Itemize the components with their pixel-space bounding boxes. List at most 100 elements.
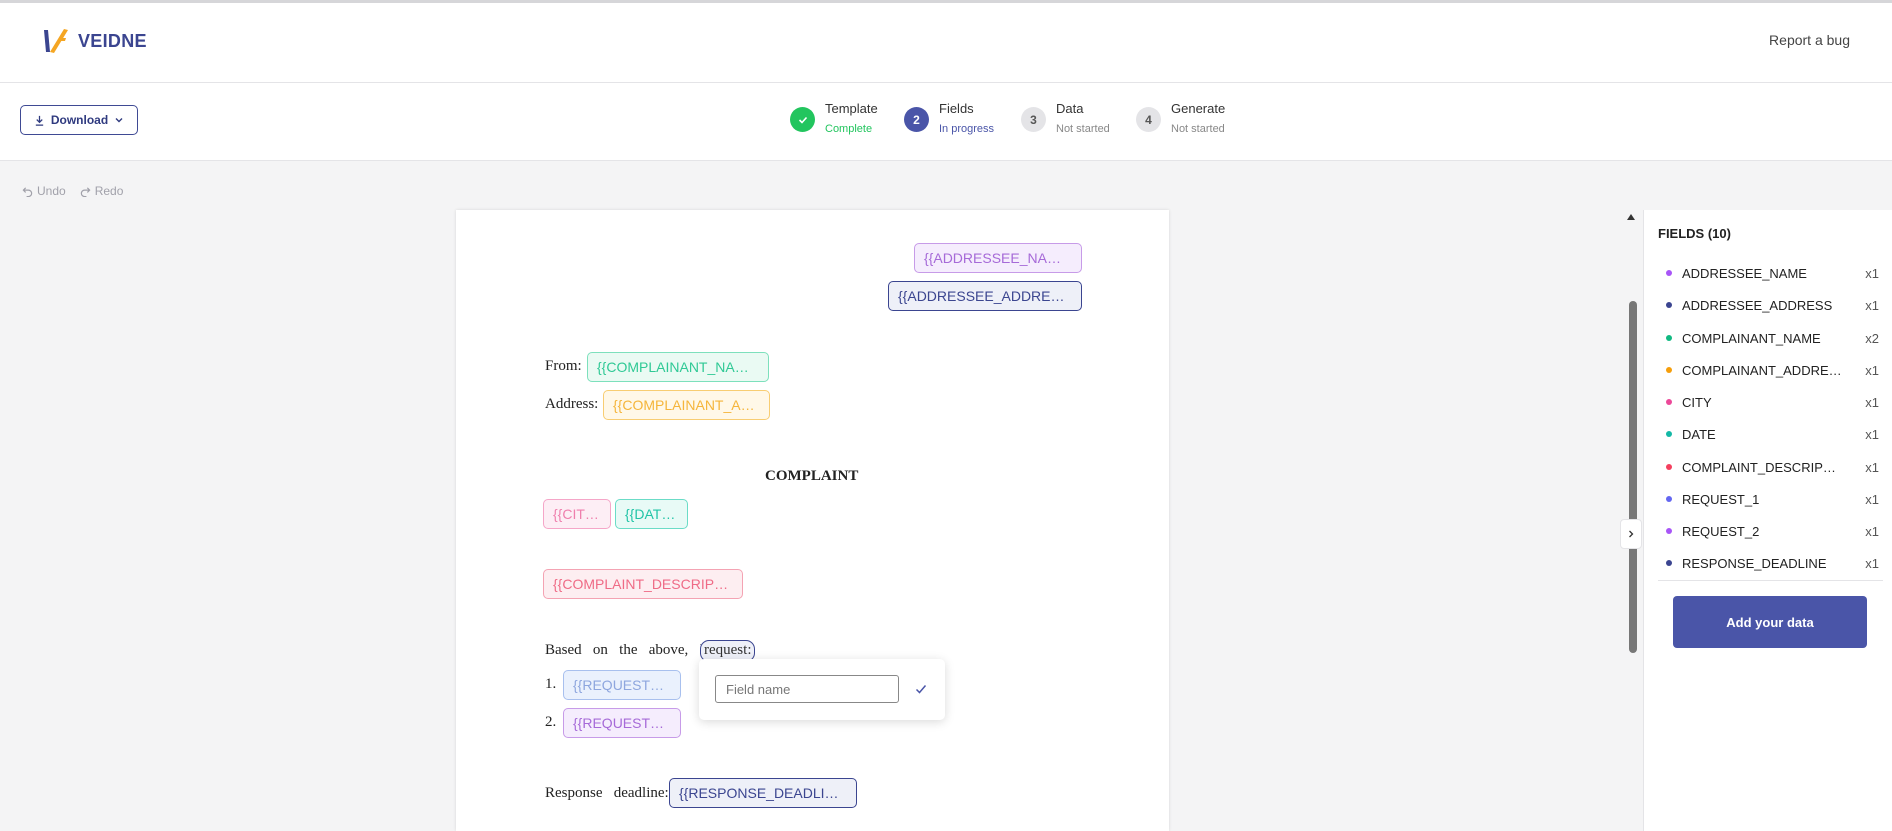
field-list-item[interactable]: COMPLAINANT_NAME x2 (1658, 322, 1881, 354)
download-button[interactable]: Download (20, 105, 138, 135)
field-color-dot (1666, 302, 1672, 308)
field-chip-complainant-name[interactable]: {{COMPLAINANT_NAME}} (587, 352, 769, 382)
field-count: x1 (1865, 362, 1879, 378)
step-status: Complete (825, 123, 873, 135)
edit-toolbar: Undo Redo (0, 184, 123, 198)
field-name: REQUEST_1 (1682, 491, 1760, 507)
document-heading: COMPLAINT (765, 468, 859, 484)
fields-panel: FIELDS (10) ADDRESSEE_NAME x1 ADDRESSEE_… (1643, 210, 1892, 831)
field-count: x1 (1865, 426, 1879, 442)
field-list-item[interactable]: RESPONSE_DEADLINE x1 (1658, 547, 1881, 579)
redo-button[interactable]: Redo (80, 184, 124, 198)
field-name: ADDRESSEE_ADDRESS (1682, 297, 1833, 313)
step-title: Data (1056, 101, 1084, 116)
chevron-down-icon (115, 118, 123, 123)
field-list-item[interactable]: DATE x1 (1658, 418, 1881, 450)
field-list-item[interactable]: REQUEST_2 x1 (1658, 515, 1881, 547)
field-name: COMPLAINANT_ADDRESS (1682, 362, 1842, 378)
field-count: x1 (1865, 523, 1879, 539)
check-icon (790, 107, 815, 132)
field-color-dot (1666, 560, 1672, 566)
field-chip-complaint-description[interactable]: {{COMPLAINT_DESCRIPTION}} (543, 569, 743, 599)
undo-button[interactable]: Undo (22, 184, 66, 198)
field-color-dot (1666, 367, 1672, 373)
field-name: ADDRESSEE_NAME (1682, 265, 1807, 281)
download-label: Download (50, 113, 109, 127)
field-color-dot (1666, 496, 1672, 502)
field-list-item[interactable]: CITY x1 (1658, 386, 1881, 418)
field-count: x1 (1865, 297, 1879, 313)
fields-panel-title: FIELDS (10) (1658, 226, 1731, 241)
chevron-right-icon (1629, 530, 1634, 538)
logo-mark-icon (44, 29, 68, 53)
field-list-item[interactable]: COMPLAINANT_ADDRESS x1 (1658, 354, 1881, 386)
field-color-dot (1666, 431, 1672, 437)
step-status: Not started (1056, 123, 1110, 135)
field-chip-request-1[interactable]: {{REQUEST_1}} (563, 670, 681, 700)
field-count: x1 (1865, 459, 1879, 475)
field-name: COMPLAINT_DESCRIPTION (1682, 459, 1842, 475)
field-chip-response-deadline[interactable]: {{RESPONSE_DEADLINE}} (669, 778, 857, 808)
field-list-item[interactable]: ADDRESSEE_NAME x1 (1658, 257, 1881, 289)
field-count: x1 (1865, 394, 1879, 410)
undo-icon (22, 186, 33, 197)
list-item-number: 2. (545, 714, 557, 730)
field-chip-request-2[interactable]: {{REQUEST_2}} (563, 708, 681, 738)
field-count: x1 (1865, 555, 1879, 571)
field-name: CITY (1682, 394, 1712, 410)
panel-toggle-button[interactable] (1620, 519, 1642, 549)
check-icon[interactable] (913, 681, 929, 697)
field-count: x1 (1865, 265, 1879, 281)
scroll-up-arrow-icon[interactable] (1627, 214, 1635, 220)
logo-text: VEIDNE (78, 30, 147, 51)
step-fields[interactable]: 2 Fields In progress (904, 101, 994, 136)
field-chip-addressee-name[interactable]: {{ADDRESSEE_NAME}} (914, 243, 1082, 273)
field-name: RESPONSE_DEADLINE (1682, 555, 1827, 571)
field-name-popup (699, 659, 945, 720)
step-number: 3 (1021, 107, 1046, 132)
download-icon (35, 115, 43, 126)
field-chip-date[interactable]: {{DATE}} (615, 499, 688, 529)
step-data[interactable]: 3 Data Not started (1021, 101, 1110, 136)
field-list-item[interactable]: REQUEST_1 x1 (1658, 483, 1881, 515)
field-name-input[interactable] (715, 675, 899, 703)
field-chip-city[interactable]: {{CITY}} (543, 499, 611, 529)
app-header: VEIDNE Report a bug (0, 3, 1892, 83)
from-label: From: (545, 358, 582, 374)
step-number: 2 (904, 107, 929, 132)
field-name: DATE (1682, 426, 1716, 442)
field-list-item[interactable]: ADDRESSEE_ADDRESS x1 (1658, 289, 1881, 321)
field-name: REQUEST_2 (1682, 523, 1760, 539)
panel-divider (1658, 580, 1883, 581)
step-title: Fields (939, 101, 974, 116)
step-title: Generate (1171, 101, 1226, 116)
field-chip-addressee-address[interactable]: {{ADDRESSEE_ADDRESS}} (888, 281, 1082, 311)
request-intro-text: Based on the above, I (545, 642, 705, 658)
field-list-item[interactable]: COMPLAINT_DESCRIPTION x1 (1658, 451, 1881, 483)
report-bug-link[interactable]: Report a bug (1769, 32, 1850, 48)
redo-icon (80, 186, 91, 197)
step-generate[interactable]: 4 Generate Not started (1136, 101, 1225, 136)
redo-label: Redo (94, 184, 124, 198)
logo[interactable]: VEIDNE (40, 26, 147, 56)
step-number: 4 (1136, 107, 1161, 132)
field-chip-complainant-address[interactable]: {{COMPLAINANT_ADDRESS}} (603, 390, 770, 420)
undo-label: Undo (37, 184, 66, 198)
document-page: {{ADDRESSEE_NAME}} {{ADDRESSEE_ADDRESS}}… (456, 210, 1169, 831)
field-count: x2 (1865, 330, 1879, 346)
scrollbar-thumb[interactable] (1629, 301, 1637, 653)
step-status: In progress (939, 123, 995, 135)
field-color-dot (1666, 399, 1672, 405)
field-color-dot (1666, 464, 1672, 470)
address-label: Address: (545, 396, 599, 412)
step-status: Not started (1171, 123, 1225, 135)
field-color-dot (1666, 270, 1672, 276)
list-item-number: 1. (545, 676, 557, 692)
field-count: x1 (1865, 491, 1879, 507)
deadline-label: Response deadline: (545, 785, 669, 801)
step-template[interactable]: Template Complete (790, 101, 878, 136)
field-name: COMPLAINANT_NAME (1682, 330, 1821, 346)
field-color-dot (1666, 335, 1672, 341)
step-bar: Download Template Complete 2 Fields In p… (0, 83, 1892, 161)
add-your-data-button[interactable]: Add your data (1673, 596, 1867, 648)
